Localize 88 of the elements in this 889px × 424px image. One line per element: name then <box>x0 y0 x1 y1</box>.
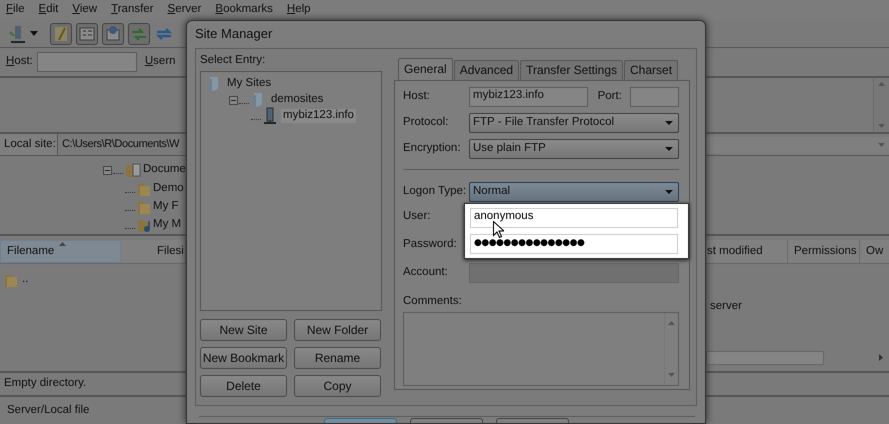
host-label: Host: <box>403 90 431 104</box>
user-field[interactable]: anonymous <box>470 208 678 228</box>
right-arrow-icon[interactable] <box>879 354 883 362</box>
music-folder-icon <box>137 217 151 233</box>
port-field[interactable] <box>630 86 679 107</box>
tab[interactable]: Transfer Settings <box>520 60 624 80</box>
file-name[interactable]: .. <box>22 273 28 287</box>
server-icon[interactable] <box>8 24 26 44</box>
select-entry-label: Select Entry: <box>200 54 266 68</box>
tree-item[interactable]: demosites <box>269 93 326 108</box>
password-label: Password: <box>403 238 458 252</box>
folder-icon <box>125 162 141 178</box>
remote-path-dropdown[interactable] <box>706 136 889 152</box>
status-text: Empty directory. <box>4 377 86 391</box>
dialog-button[interactable]: New Folder <box>294 319 381 342</box>
protocol-label: Protocol: <box>403 116 450 130</box>
dialog-button[interactable]: Delete <box>200 375 287 398</box>
collapse-icon[interactable] <box>103 166 112 174</box>
dialog-button[interactable] <box>324 418 397 423</box>
menu-item[interactable]: View <box>72 3 98 17</box>
cursor-icon <box>493 220 504 238</box>
local-path-field[interactable]: C:\Users\R\Documents\W <box>58 134 186 155</box>
host-field[interactable] <box>36 52 137 72</box>
tree-item[interactable]: My Sites <box>225 77 274 92</box>
menu-item[interactable]: File <box>6 3 25 17</box>
tab[interactable]: General <box>398 58 453 80</box>
down-arrow-icon <box>878 124 885 128</box>
status-message: server <box>709 300 743 314</box>
folder-icon <box>137 199 151 215</box>
tree-item[interactable]: mybiz123.info <box>281 109 356 124</box>
folder-icon <box>251 91 265 110</box>
menu-item[interactable]: Help <box>286 3 311 17</box>
server-icon <box>263 107 277 126</box>
account-label: Account: <box>403 266 449 280</box>
encryption-label: Encryption: <box>403 142 462 156</box>
host-label: Host: <box>6 55 33 69</box>
user-label: User: <box>403 210 432 224</box>
dialog-button[interactable]: New Site <box>200 319 287 342</box>
local-site-label: Local site: <box>0 134 58 155</box>
column-header[interactable]: Filename <box>0 240 121 263</box>
caret-icon <box>665 120 673 125</box>
menu-item[interactable]: Bookmarks <box>215 3 273 17</box>
toggle-button[interactable] <box>76 22 98 44</box>
toggle-button[interactable] <box>50 22 72 44</box>
folder-icon <box>137 181 151 197</box>
menu-item[interactable]: Server <box>168 3 202 17</box>
dialog-button[interactable] <box>496 418 569 423</box>
dialog-button[interactable]: Copy <box>294 375 381 398</box>
tab[interactable]: Advanced <box>454 60 520 80</box>
port-label: Port: <box>598 90 622 104</box>
collapse-icon[interactable] <box>229 96 238 105</box>
tab[interactable]: Charset <box>624 60 678 80</box>
tree-item[interactable]: My M <box>151 218 184 232</box>
window-title: Site Manager <box>195 26 272 42</box>
caret-icon[interactable] <box>30 30 38 36</box>
toggle-button[interactable] <box>102 22 124 44</box>
protocol-dropdown[interactable]: FTP - File Transfer Protocol <box>469 112 679 133</box>
tree-item[interactable]: Demo <box>151 182 186 196</box>
up-arrow-icon <box>668 321 675 326</box>
dialog-button[interactable]: New Bookmark <box>200 347 287 370</box>
folder-icon <box>207 75 221 94</box>
up-arrow-icon <box>878 82 885 86</box>
username-label: Usern <box>144 55 176 69</box>
logon-type-label: Logon Type: <box>403 184 468 198</box>
column-header[interactable]: Ow <box>860 240 889 263</box>
comments-field[interactable] <box>403 312 679 386</box>
password-field[interactable]: ●●●●●●●●●●●●●●● <box>470 234 678 254</box>
sort-arrow-icon <box>59 242 66 246</box>
caret-icon <box>665 146 673 151</box>
comments-label: Comments: <box>403 294 463 308</box>
dialog-button[interactable]: Rename <box>294 347 381 370</box>
toggle-button[interactable] <box>128 22 150 44</box>
column-header[interactable]: Permissions <box>788 240 860 263</box>
menu-item[interactable]: Transfer <box>111 3 154 17</box>
host-field[interactable]: mybiz123.info <box>469 86 588 107</box>
down-arrow-icon <box>668 373 675 378</box>
folder-icon <box>4 272 18 288</box>
column-header[interactable]: Server/Local file <box>7 404 90 418</box>
tree-item[interactable]: Docume <box>141 163 188 177</box>
dialog-button[interactable] <box>410 418 483 423</box>
logon-type-dropdown[interactable]: Normal <box>469 182 679 202</box>
scrollbar-thumb[interactable] <box>706 350 824 365</box>
caret-icon <box>665 190 673 194</box>
scrollbar[interactable] <box>664 313 678 386</box>
caret-icon <box>878 142 885 146</box>
menu-item[interactable]: Edit <box>38 3 58 17</box>
encryption-dropdown[interactable]: Use plain FTP <box>469 138 679 159</box>
tree-item[interactable]: My F <box>151 200 181 214</box>
